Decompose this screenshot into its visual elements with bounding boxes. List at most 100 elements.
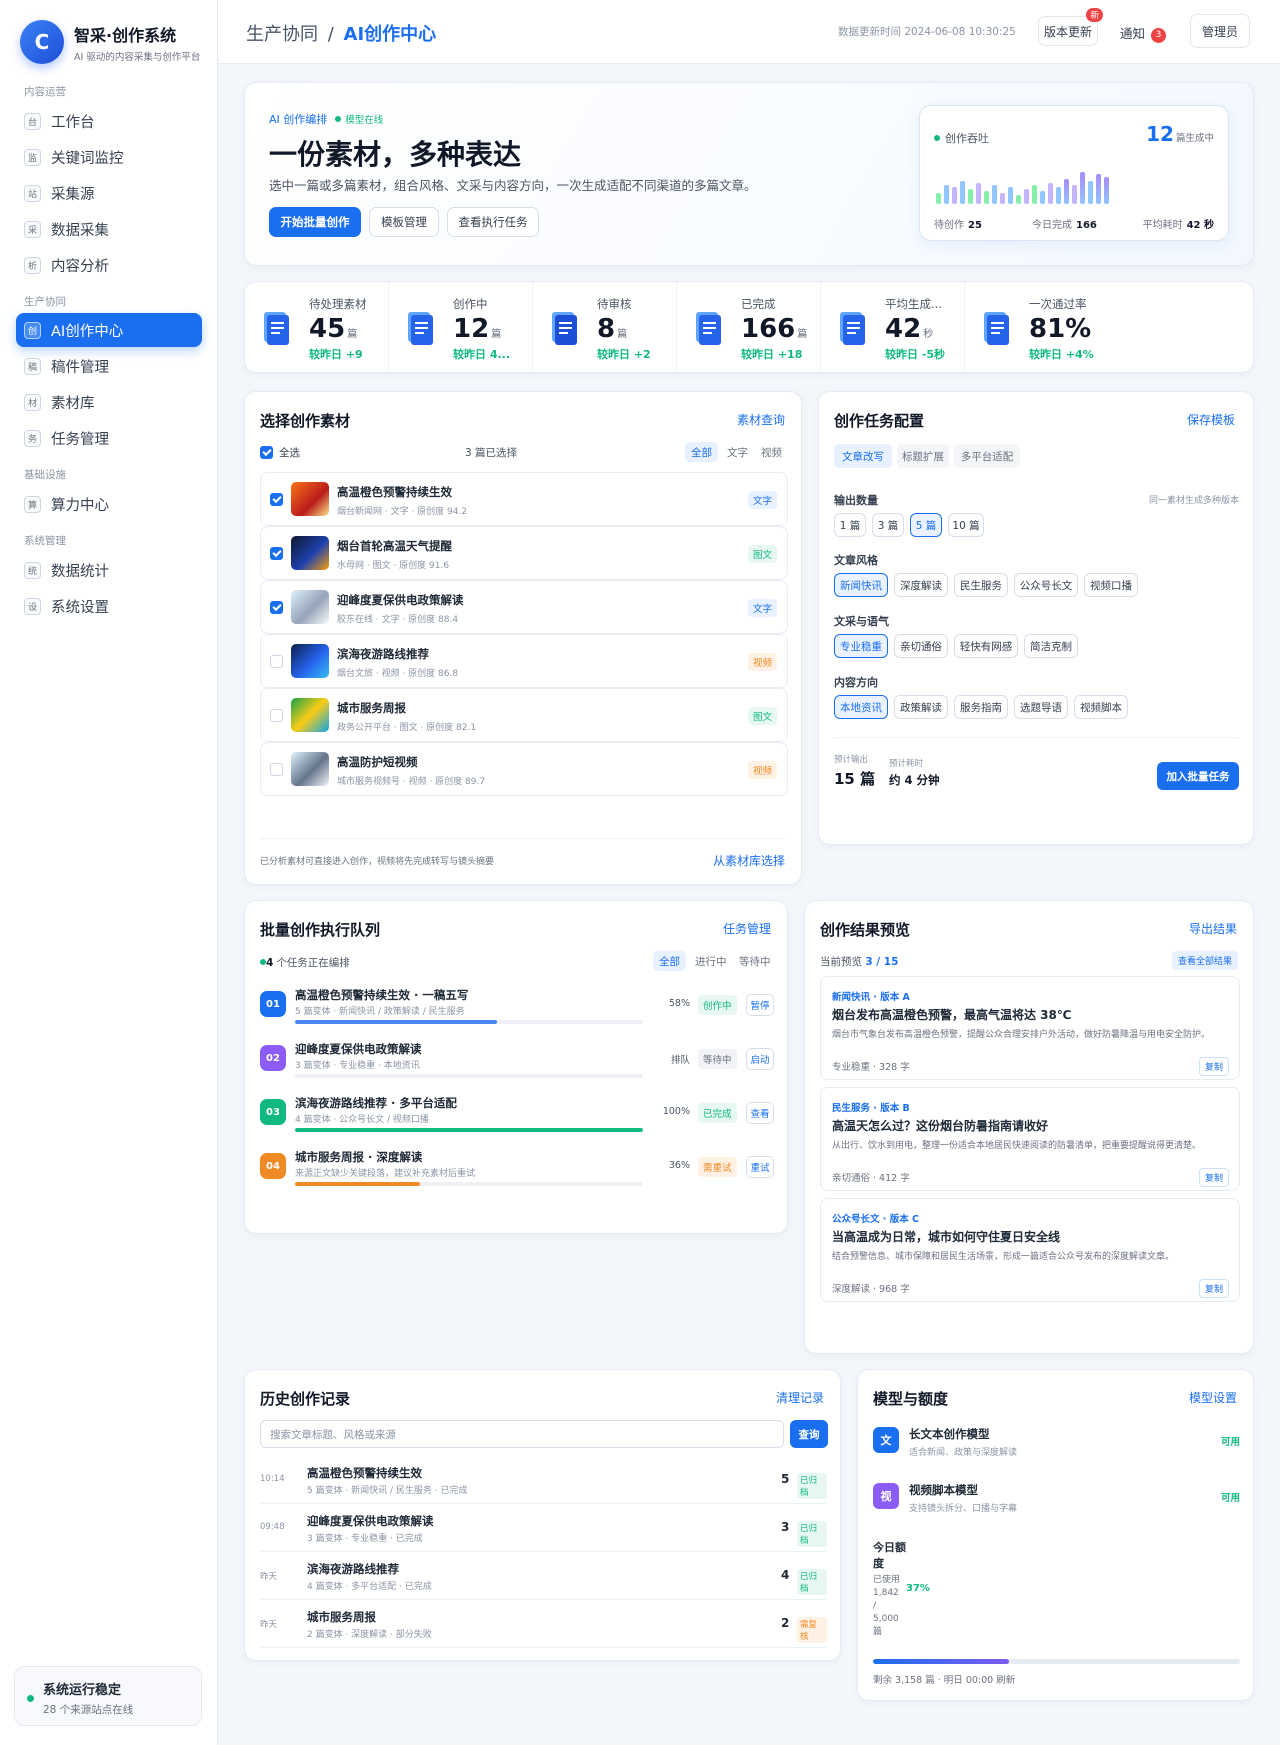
queue-filter-running[interactable]: 进行中 xyxy=(689,951,733,971)
queue-action-button[interactable]: 启动 xyxy=(746,1048,774,1070)
count-option-3[interactable]: 3 篇 xyxy=(872,513,904,537)
dir-video-script[interactable]: 视频脚本 xyxy=(1074,695,1128,719)
add-batch-task-button[interactable]: 加入批量任务 xyxy=(1157,762,1239,790)
copy-button[interactable]: 复制 xyxy=(1198,1057,1229,1076)
brand[interactable]: C 智采·创作系统 AI 驱动的内容采集与创作平台 xyxy=(20,20,200,64)
row-checkbox[interactable] xyxy=(270,601,283,614)
style-deep-analysis[interactable]: 深度解读 xyxy=(894,573,948,597)
history-search-input[interactable]: 搜索文章标题、风格或来源 xyxy=(260,1420,784,1448)
queue-action-button[interactable]: 暂停 xyxy=(746,994,774,1016)
tone-lively[interactable]: 轻快有网感 xyxy=(954,634,1018,658)
count-option-5[interactable]: 5 篇 xyxy=(910,513,942,537)
history-row[interactable]: 10:14 高温橙色预警持续生效 5 篇变体 · 新闻快讯 / 民生服务 · 已完成… xyxy=(260,1456,827,1504)
start-batch-button[interactable]: 开始批量创作 xyxy=(269,207,361,237)
sidebar-item-content-analysis[interactable]: 析内容分析 xyxy=(16,248,202,282)
tone-professional[interactable]: 专业稳重 xyxy=(834,634,888,658)
select-from-library-link[interactable]: 从素材库选择 xyxy=(713,852,785,869)
tone-friendly[interactable]: 亲切通俗 xyxy=(894,634,948,658)
queue-filter-waiting[interactable]: 等待中 xyxy=(733,951,777,971)
preview-title: 当高温成为日常，城市如何守住夏日安全线 xyxy=(832,1230,1061,1244)
queue-task-meta: 3 篇变体 · 专业稳重 · 本地资讯 xyxy=(295,1061,420,1071)
row-checkbox[interactable] xyxy=(270,547,283,560)
history-row[interactable]: 昨天 滨海夜游路线推荐 4 篇变体 · 多平台适配 · 已完成 4 已归档 xyxy=(260,1552,827,1600)
filter-video[interactable]: 视频 xyxy=(755,442,788,462)
est-output-label: 预计输出 xyxy=(834,755,869,765)
queue-panel-title: 批量创作执行队列 xyxy=(260,921,381,939)
count-option-10[interactable]: 10 篇 xyxy=(948,513,984,537)
model-row[interactable]: 文长文本创作模型 适合新闻、政策与深度解读 可用 xyxy=(873,1418,1240,1464)
tab-multi-platform[interactable]: 多平台适配 xyxy=(954,444,1020,468)
sidebar-item-statistics[interactable]: 统数据统计 xyxy=(16,553,202,587)
row-checkbox[interactable] xyxy=(270,655,283,668)
material-row[interactable]: 城市服务周报 政务公开平台 · 图文 · 原创度 82.1 图文 xyxy=(260,688,788,742)
material-row[interactable]: 高温防护短视频 城市服务视频号 · 视频 · 原创度 89.7 视频 xyxy=(260,742,788,796)
row-checkbox[interactable] xyxy=(270,763,283,776)
sidebar-item-data-collect[interactable]: 采数据采集 xyxy=(16,212,202,246)
dir-local-news[interactable]: 本地资讯 xyxy=(834,695,888,719)
dir-guide[interactable]: 服务指南 xyxy=(954,695,1008,719)
filter-text[interactable]: 文字 xyxy=(721,442,754,462)
queue-action-button[interactable]: 查看 xyxy=(746,1102,774,1124)
material-row[interactable]: 高温橙色预警持续生效 烟台新闻网 · 文字 · 原创度 94.2 文字 xyxy=(260,472,788,526)
row-checkbox[interactable] xyxy=(270,709,283,722)
sidebar-item-workbench[interactable]: 台工作台 xyxy=(16,104,202,138)
select-all-checkbox[interactable]: 全选 xyxy=(260,445,300,460)
sidebar-item-tasks[interactable]: 务任务管理 xyxy=(16,421,202,455)
sparkline-bar xyxy=(1056,186,1061,204)
count-option-1[interactable]: 1 篇 xyxy=(834,513,866,537)
dir-policy[interactable]: 政策解读 xyxy=(894,695,948,719)
notification-button[interactable]: 通知 3 xyxy=(1120,23,1167,43)
tone-concise[interactable]: 简洁克制 xyxy=(1024,634,1078,658)
sidebar-item-ai-center[interactable]: 创 AI创作中心 xyxy=(16,313,202,347)
style-public-service[interactable]: 民生服务 xyxy=(954,573,1008,597)
sidebar-item-drafts[interactable]: 稿稿件管理 xyxy=(16,349,202,383)
history-search-button[interactable]: 查询 xyxy=(790,1420,828,1448)
breadcrumb-parent[interactable]: 生产协同 xyxy=(246,24,318,45)
tab-rewrite[interactable]: 文章改写 xyxy=(834,444,892,468)
sparkline-bar xyxy=(984,190,989,204)
history-status-badge: 需复核 xyxy=(797,1617,827,1643)
style-video-voiceover[interactable]: 视频口播 xyxy=(1084,573,1138,597)
sidebar-item-keyword-monitor[interactable]: 监关键词监控 xyxy=(16,140,202,174)
status-dot-icon xyxy=(27,1695,34,1702)
sidebar-item-materials[interactable]: 材素材库 xyxy=(16,385,202,419)
sidebar-item-sources[interactable]: 站采集源 xyxy=(16,176,202,210)
copy-button[interactable]: 复制 xyxy=(1198,1279,1229,1298)
tab-title-expand[interactable]: 标题扩展 xyxy=(897,444,949,468)
history-row[interactable]: 09:48 迎峰度夏保供电政策解读 3 篇变体 · 专业稳重 · 已完成 3 已归档 xyxy=(260,1504,827,1552)
material-query-link[interactable]: 素材查询 xyxy=(737,411,785,428)
material-row[interactable]: 迎峰度夏保供电政策解读 胶东在线 · 文字 · 原创度 88.4 文字 xyxy=(260,580,788,634)
filter-all[interactable]: 全部 xyxy=(685,442,718,462)
model-row[interactable]: 视视频脚本模型 支持镜头拆分、口播与字幕 可用 xyxy=(873,1474,1240,1520)
queue-action-button[interactable]: 重试 xyxy=(746,1156,774,1178)
queue-filter-all[interactable]: 全部 xyxy=(653,951,686,971)
dir-topic-lead[interactable]: 选题导语 xyxy=(1014,695,1068,719)
material-row[interactable]: 烟台首轮高温天气提醒 水母网 · 图文 · 原创度 91.6 图文 xyxy=(260,526,788,580)
style-long-article[interactable]: 公众号长文 xyxy=(1014,573,1078,597)
export-results-link[interactable]: 导出结果 xyxy=(1189,920,1237,937)
style-news-flash[interactable]: 新闻快讯 xyxy=(834,573,888,597)
template-manage-button[interactable]: 模板管理 xyxy=(369,207,439,237)
model-settings-link[interactable]: 模型设置 xyxy=(1189,1389,1237,1406)
clear-history-link[interactable]: 清理记录 xyxy=(776,1389,824,1406)
task-manage-link[interactable]: 任务管理 xyxy=(723,920,771,937)
count-label: 输出数量 xyxy=(834,494,878,507)
admin-button[interactable]: 管理员 xyxy=(1190,14,1250,48)
view-tasks-button[interactable]: 查看执行任务 xyxy=(447,207,539,237)
sidebar-item-settings[interactable]: 设系统设置 xyxy=(16,589,202,623)
sparkline-bar xyxy=(1096,173,1101,204)
save-template-link[interactable]: 保存模板 xyxy=(1187,411,1235,428)
result-preview-panel: 创作结果预览 导出结果 当前预览 3 / 15 查看全部结果 新闻快讯 · 版本… xyxy=(804,900,1254,1354)
material-row[interactable]: 滨海夜游路线推荐 烟台文旅 · 视频 · 原创度 86.8 视频 xyxy=(260,634,788,688)
history-count: 2 xyxy=(781,1616,790,1630)
row-checkbox[interactable] xyxy=(270,493,283,506)
queue-progress-bar xyxy=(295,1074,643,1078)
history-row[interactable]: 昨天 城市服务周报 2 篇变体 · 深度解读 · 部分失败 2 需复核 xyxy=(260,1600,827,1648)
version-update-button[interactable]: 版本更新 新 xyxy=(1038,8,1103,46)
sidebar-item-compute[interactable]: 算算力中心 xyxy=(16,487,202,521)
copy-button[interactable]: 复制 xyxy=(1198,1168,1229,1187)
monitor-icon: 监 xyxy=(24,148,41,166)
queue-progress-fill xyxy=(295,1128,643,1132)
create-icon: 创 xyxy=(24,321,41,339)
view-all-results-button[interactable]: 查看全部结果 xyxy=(1171,951,1238,970)
